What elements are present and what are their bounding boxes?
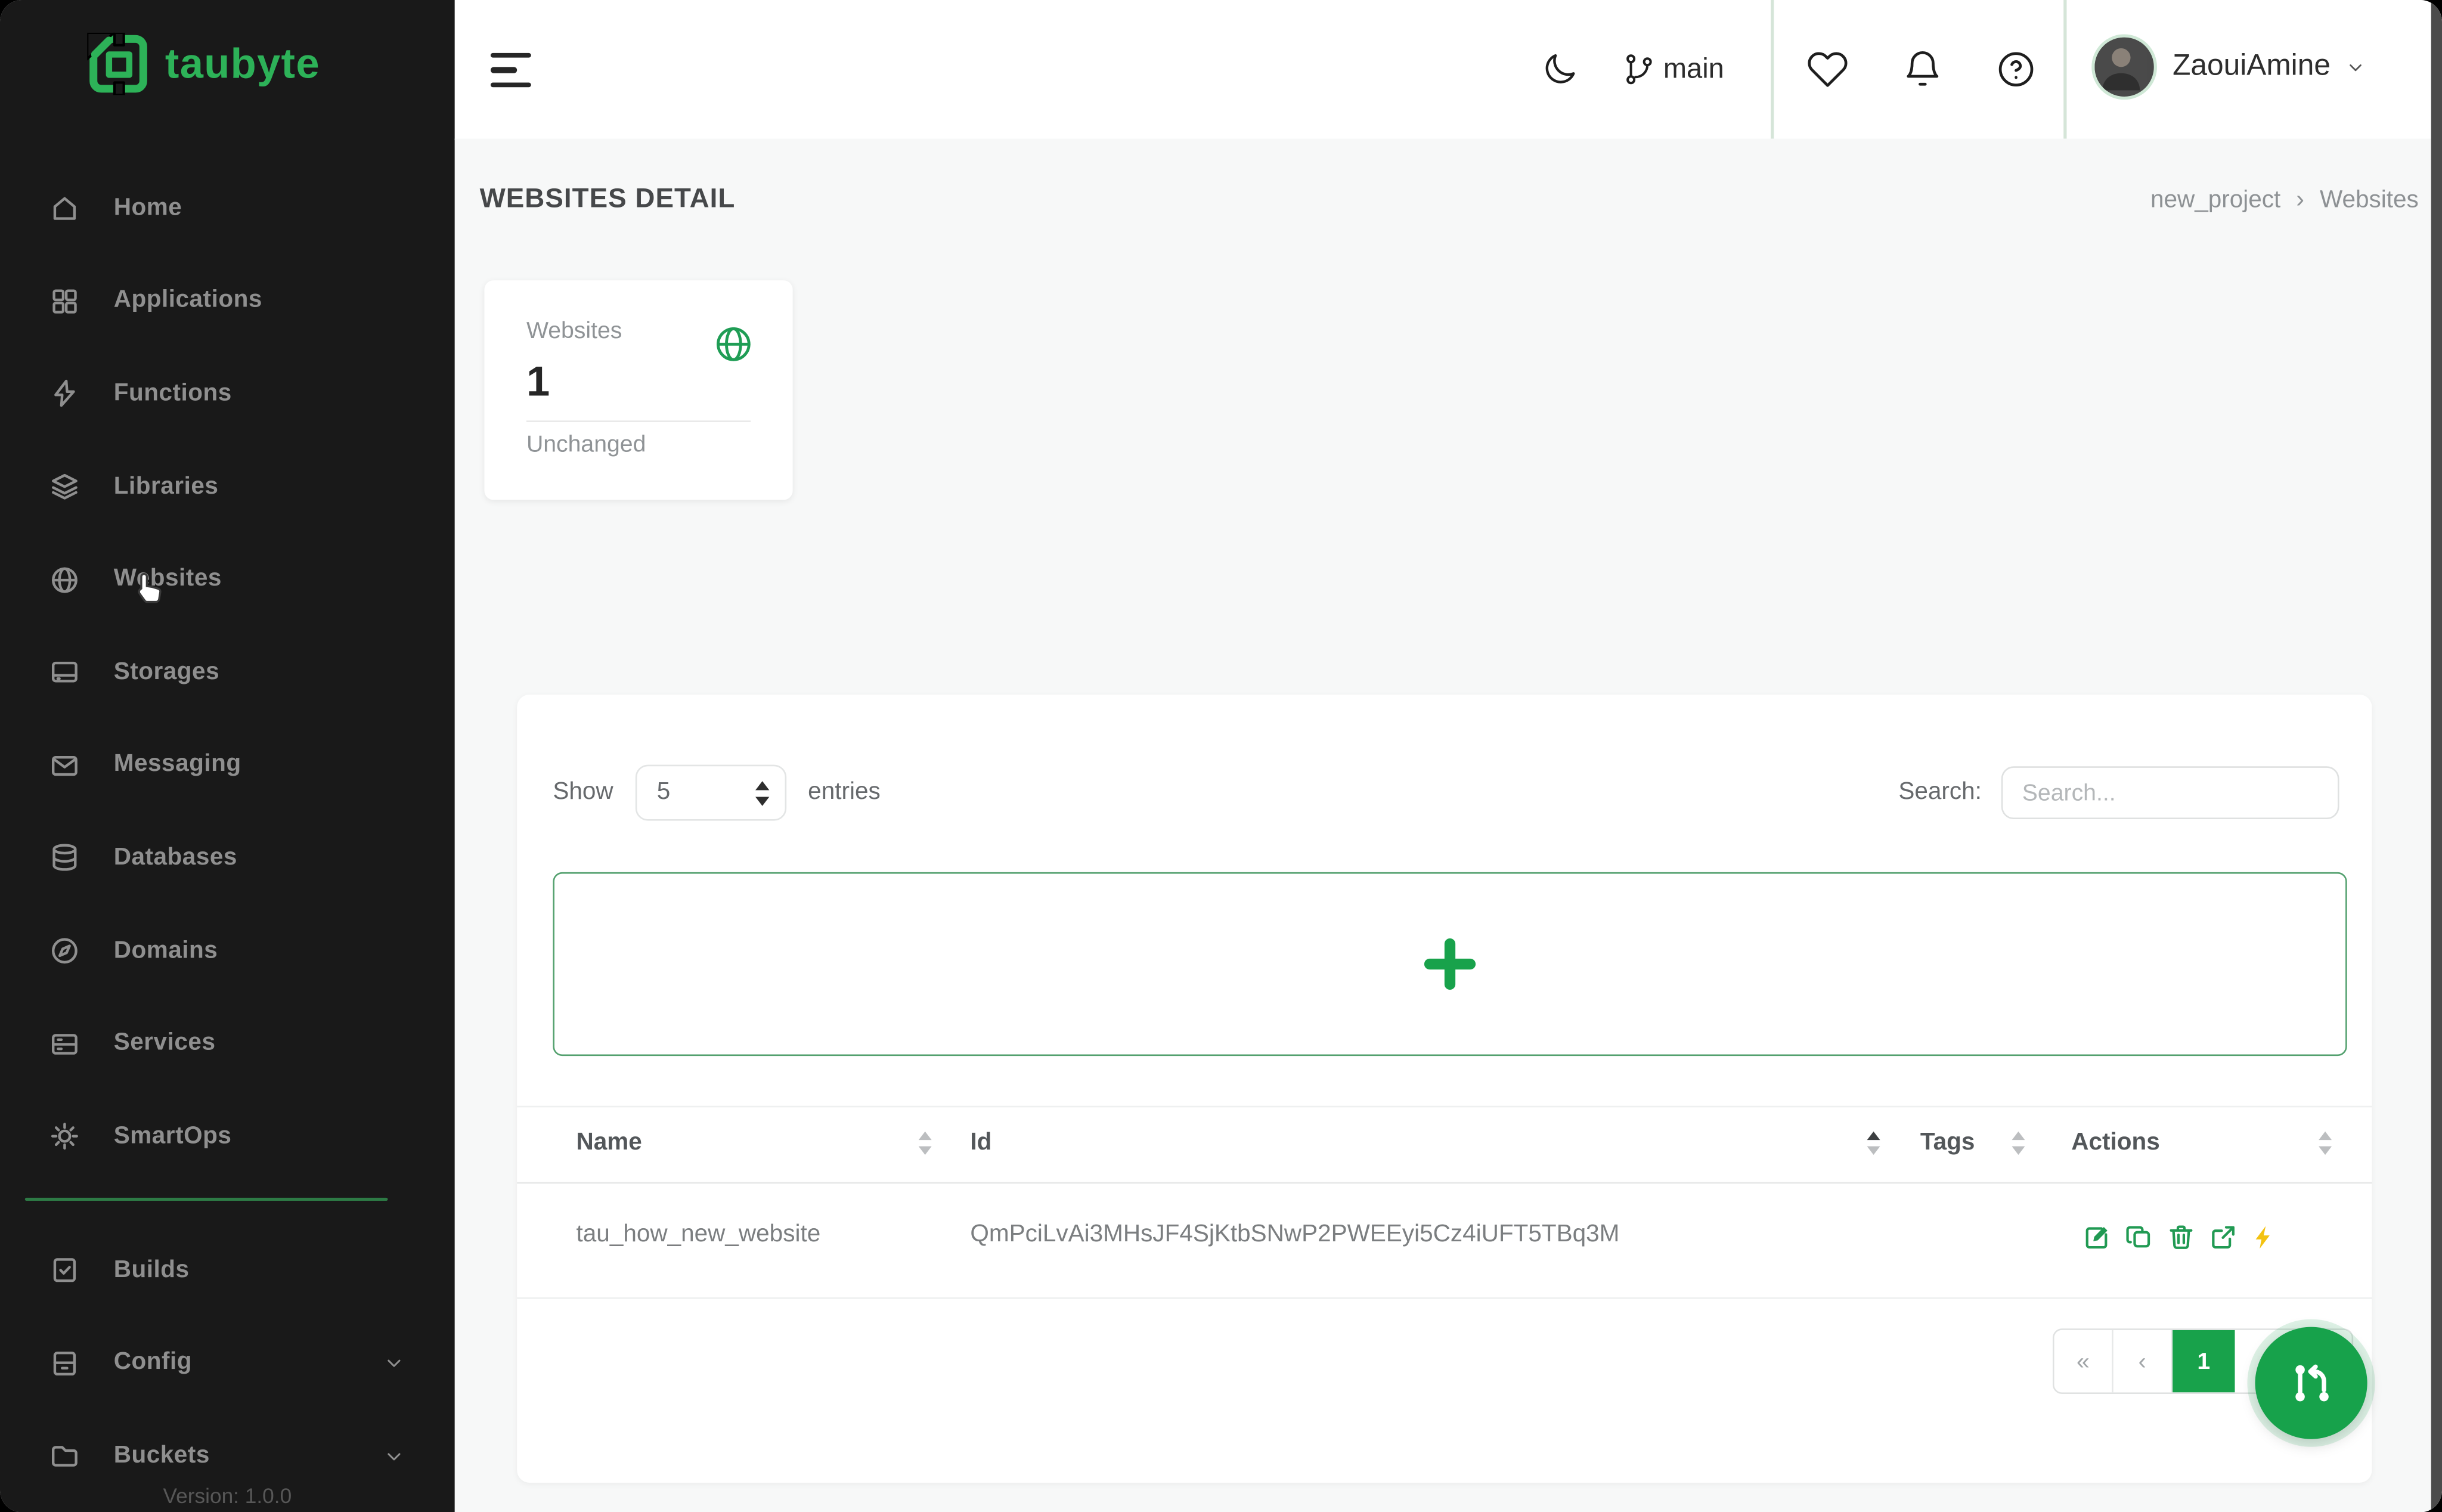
sidebar-item-services[interactable]: Services xyxy=(0,997,455,1090)
breadcrumb: new_project › Websites xyxy=(2150,187,2419,215)
git-branch-icon xyxy=(1621,51,1657,87)
sidebar-item-domains[interactable]: Domains xyxy=(0,904,455,997)
sidebar-item-smartops[interactable]: SmartOps xyxy=(0,1090,455,1183)
app-version: Version: 1.0.0 xyxy=(0,1484,455,1507)
entries-label: entries xyxy=(808,779,881,807)
add-website-button[interactable] xyxy=(553,872,2347,1056)
compass-icon xyxy=(48,934,81,967)
edit-icon[interactable] xyxy=(2082,1223,2112,1253)
sort-icon[interactable] xyxy=(2317,1130,2333,1155)
cell-name: tau_how_new_website xyxy=(577,1221,821,1249)
websites-stat-card: Websites 1 Unchanged xyxy=(484,280,792,500)
sidebar-item-websites[interactable]: Websites xyxy=(0,533,455,626)
stat-label: Websites xyxy=(526,318,622,344)
bell-icon[interactable] xyxy=(1902,48,1944,91)
user-name: ZaouiAmine xyxy=(2173,50,2331,84)
page-title: WEBSITES DETAIL xyxy=(480,182,736,215)
topbar: main ZaouiAmine xyxy=(455,0,2442,140)
sort-icon[interactable] xyxy=(918,1130,933,1155)
server-icon xyxy=(48,1027,81,1060)
sidebar-item-databases[interactable]: Databases xyxy=(0,811,455,904)
table-header-row: Name Id Tags Actions xyxy=(517,1106,2372,1184)
checkbox-icon xyxy=(48,1254,81,1287)
page-size-select[interactable]: 5 xyxy=(635,765,786,821)
app-window: taubyte Home Applications Functions Libr… xyxy=(0,0,2442,1512)
branch-name: main xyxy=(1663,53,1724,86)
grid-icon xyxy=(48,285,81,318)
menu-toggle-icon[interactable] xyxy=(491,53,531,97)
brand-name: taubyte xyxy=(165,40,320,88)
help-icon[interactable] xyxy=(1995,48,2037,91)
avatar xyxy=(2091,34,2157,100)
scrollbar[interactable] xyxy=(2431,0,2442,1512)
search-input[interactable] xyxy=(2002,766,2340,819)
stat-divider xyxy=(526,420,751,422)
gear-icon xyxy=(48,1120,81,1153)
websites-table-card: Show 5 entries Search: Name Id Ta xyxy=(517,695,2372,1483)
column-header-actions[interactable]: Actions xyxy=(2071,1129,2159,1157)
sidebar-divider xyxy=(25,1198,388,1201)
git-pull-icon xyxy=(2285,1356,2338,1409)
table-row: tau_how_new_website QmPciLvAi3MHsJF4SjKt… xyxy=(517,1181,2372,1299)
trash-icon[interactable] xyxy=(2167,1223,2196,1253)
lightning-icon xyxy=(48,377,81,410)
chevron-down-icon xyxy=(383,1445,405,1467)
topbar-divider xyxy=(1771,0,1773,138)
chevron-down-icon xyxy=(383,1352,405,1374)
show-label: Show xyxy=(553,779,613,807)
row-actions xyxy=(2082,1223,2280,1253)
sidebar-item-storages[interactable]: Storages xyxy=(0,626,455,719)
chevron-down-icon xyxy=(2346,57,2366,77)
sidebar-nav: Home Applications Functions Libraries We… xyxy=(0,162,455,1183)
main-content: WEBSITES DETAIL new_project › Websites W… xyxy=(455,138,2442,1512)
home-icon xyxy=(48,192,81,225)
sidebar-item-functions[interactable]: Functions xyxy=(0,348,455,441)
pagination-first[interactable]: « xyxy=(2054,1330,2113,1392)
sidebar-item-config[interactable]: Config xyxy=(0,1317,455,1410)
sidebar-item-builds[interactable]: Builds xyxy=(0,1224,455,1317)
layers-icon xyxy=(48,470,81,503)
search-label: Search: xyxy=(1898,779,1982,807)
sidebar-item-home[interactable]: Home xyxy=(0,162,455,255)
heart-icon[interactable] xyxy=(1806,48,1849,91)
sort-icon[interactable] xyxy=(2010,1130,2026,1155)
folder-icon xyxy=(48,1440,81,1473)
git-actions-fab[interactable] xyxy=(2255,1327,2367,1439)
pagination-prev[interactable]: ‹ xyxy=(2113,1330,2173,1392)
topbar-divider xyxy=(2063,0,2066,138)
stat-status: Unchanged xyxy=(526,432,646,458)
sidebar: taubyte Home Applications Functions Libr… xyxy=(0,0,455,1512)
trigger-bolt-icon[interactable] xyxy=(2251,1223,2280,1253)
user-menu[interactable]: ZaouiAmine xyxy=(2091,34,2366,100)
branch-selector[interactable]: main xyxy=(1621,51,1724,87)
breadcrumb-current[interactable]: Websites xyxy=(2320,187,2419,215)
globe-icon xyxy=(48,563,81,596)
taubyte-logo-icon xyxy=(87,33,149,95)
brand-logo[interactable]: taubyte xyxy=(87,33,320,95)
sidebar-item-applications[interactable]: Applications xyxy=(0,255,455,348)
page-size-value: 5 xyxy=(657,779,671,807)
breadcrumb-separator: › xyxy=(2296,187,2304,215)
cell-id: QmPciLvAi3MHsJF4SjKtbSNwP2PWEEyi5Cz4iUFT… xyxy=(970,1221,1619,1249)
sidebar-item-libraries[interactable]: Libraries xyxy=(0,441,455,534)
globe-icon xyxy=(712,323,755,366)
archive-icon xyxy=(48,1347,81,1380)
envelope-icon xyxy=(48,749,81,782)
plus-icon xyxy=(1420,934,1479,993)
column-header-name[interactable]: Name xyxy=(577,1129,642,1157)
column-header-id[interactable]: Id xyxy=(970,1129,991,1157)
copy-icon[interactable] xyxy=(2124,1223,2154,1253)
database-icon xyxy=(48,842,81,875)
sort-icon-active[interactable] xyxy=(1865,1130,1881,1155)
column-header-tags[interactable]: Tags xyxy=(1920,1129,1975,1157)
sidebar-nav-secondary: Builds Config Buckets xyxy=(0,1224,455,1502)
hard-drive-icon xyxy=(48,656,81,689)
select-arrows-icon xyxy=(754,779,771,805)
stat-value: 1 xyxy=(526,358,550,407)
breadcrumb-project[interactable]: new_project xyxy=(2150,187,2280,215)
pagination-page-1[interactable]: 1 xyxy=(2173,1330,2235,1392)
sidebar-item-messaging[interactable]: Messaging xyxy=(0,719,455,812)
dark-mode-icon[interactable] xyxy=(1541,50,1579,89)
open-external-icon[interactable] xyxy=(2208,1223,2238,1253)
